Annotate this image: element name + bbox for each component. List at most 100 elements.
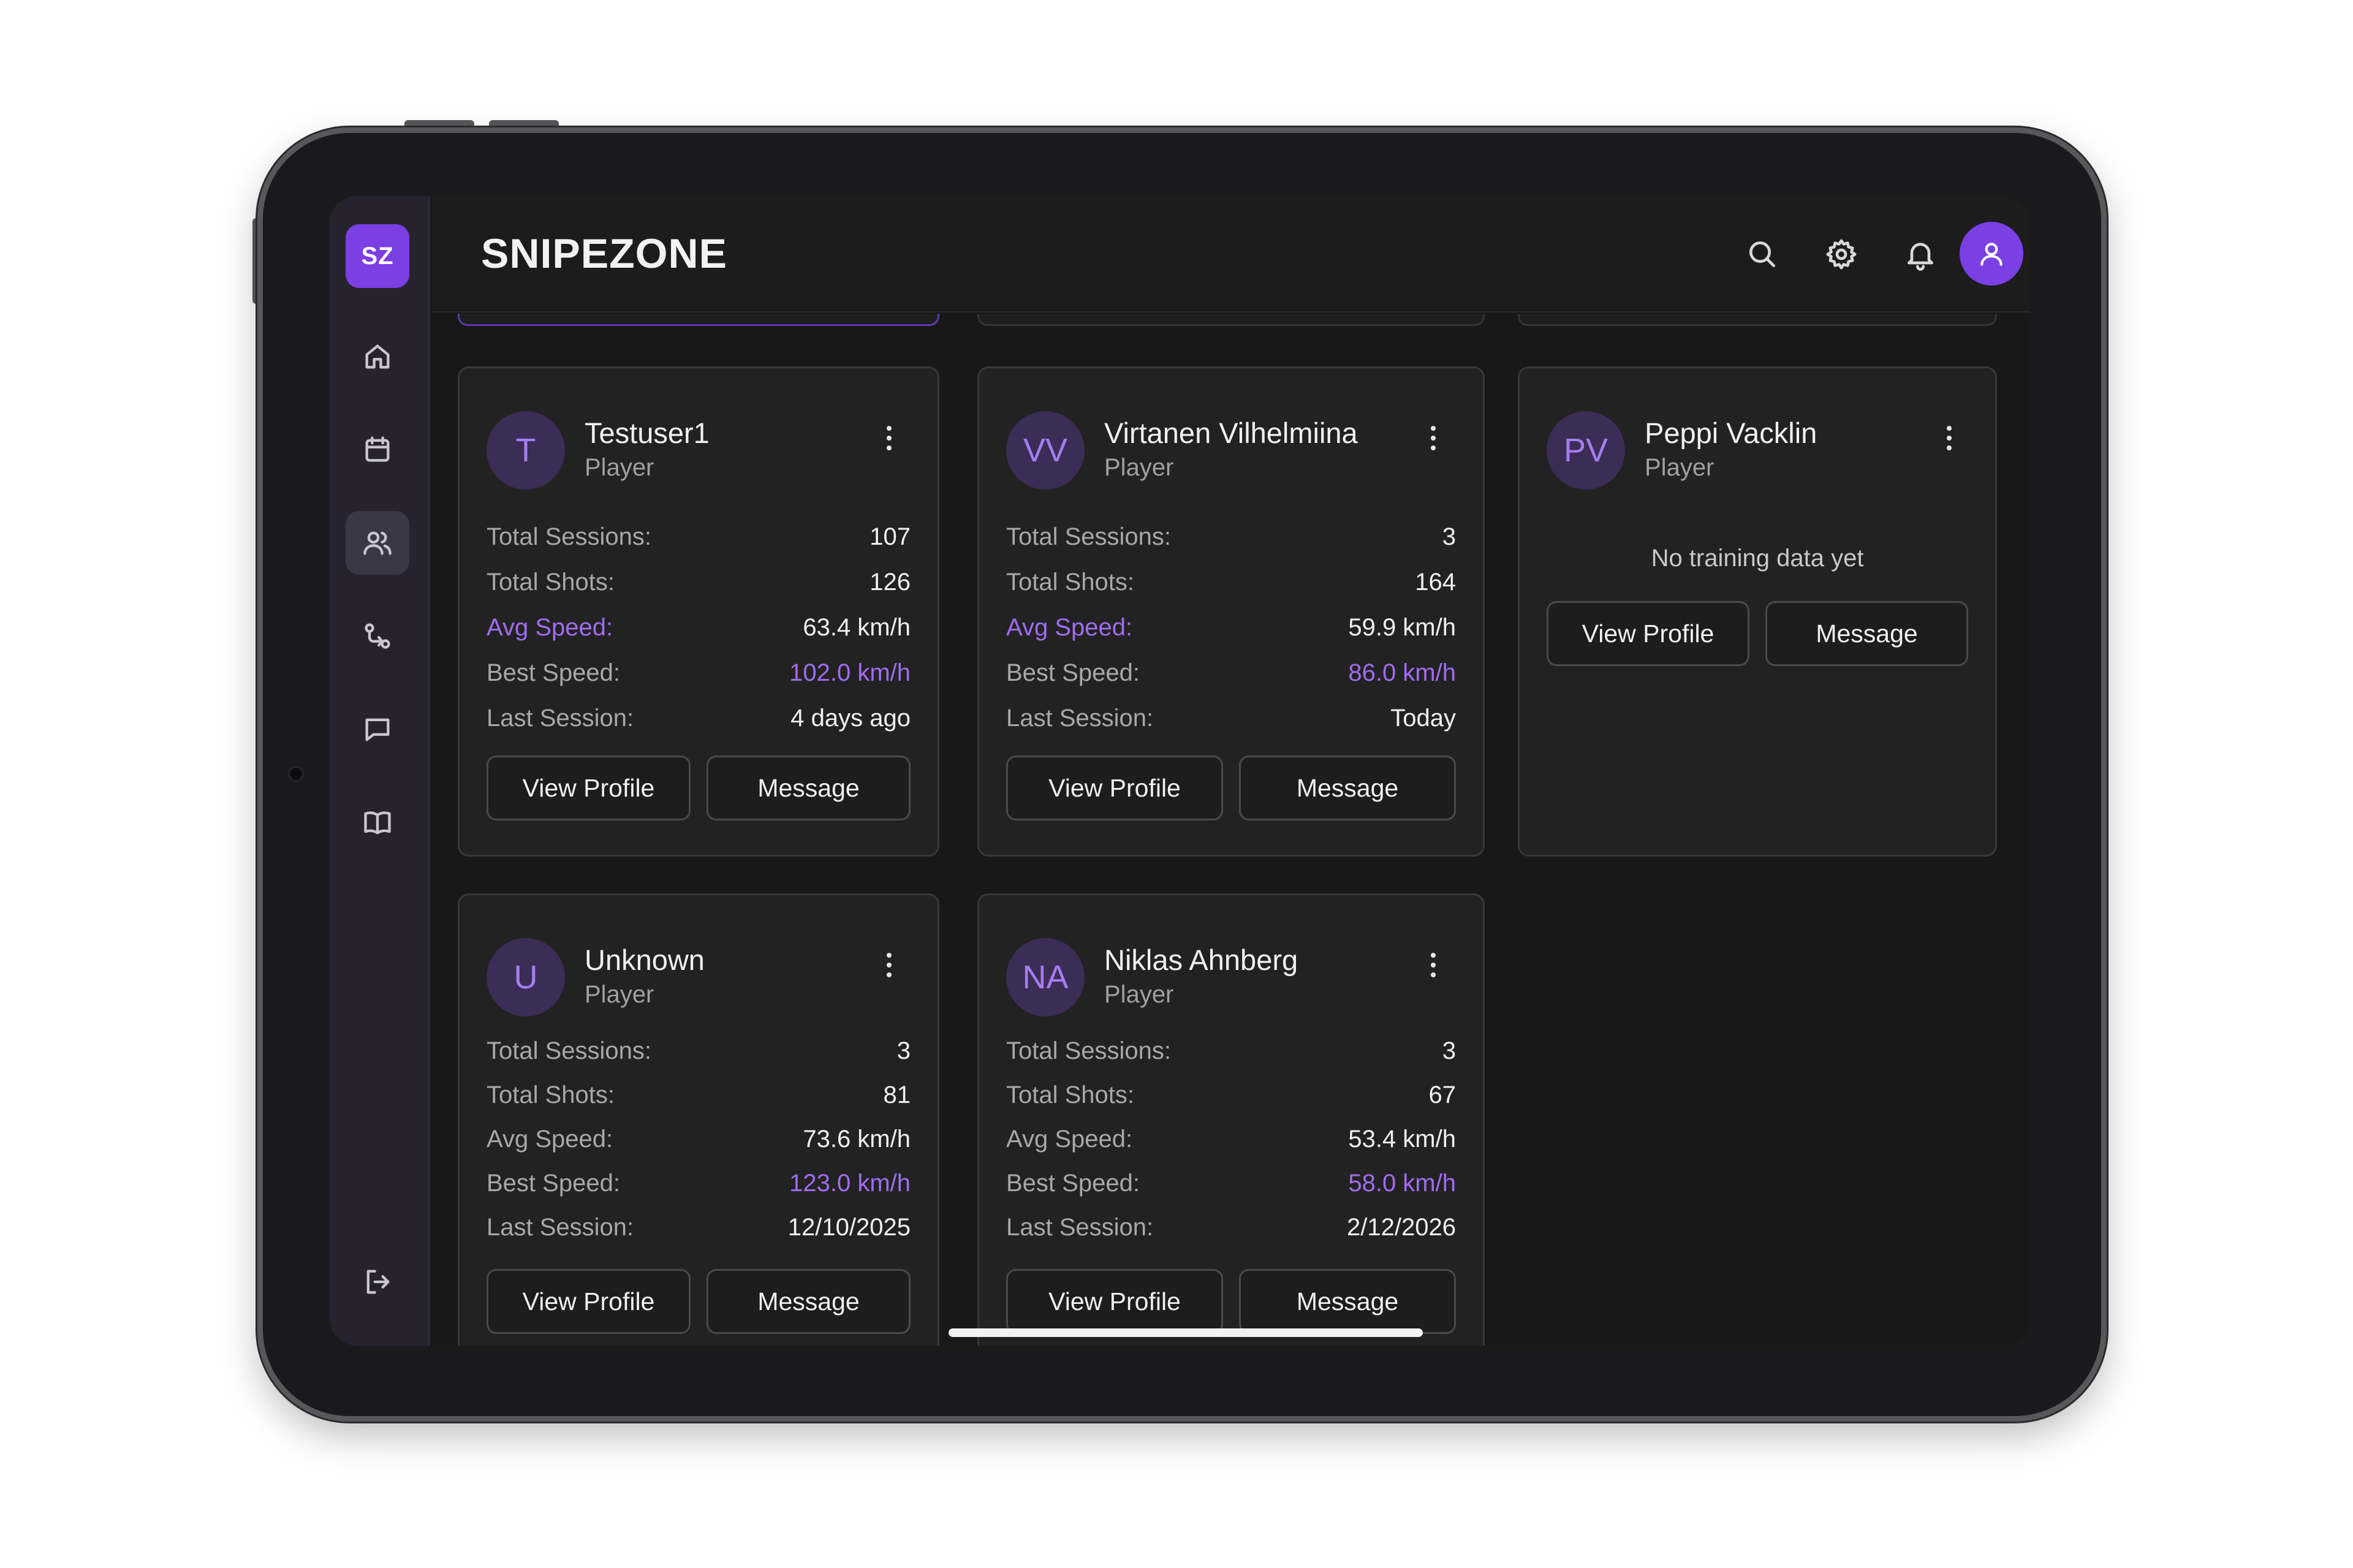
calendar-icon — [365, 436, 390, 462]
view-profile-button[interactable]: View Profile — [1006, 1269, 1223, 1334]
stat-value: 3 — [896, 1037, 911, 1064]
stat-value: 123.0 km/h — [789, 1169, 911, 1197]
app-logo[interactable]: SZ — [346, 224, 409, 288]
stat-value: 63.4 km/h — [803, 613, 911, 641]
card-fragment — [458, 314, 939, 326]
stat-row: Best Speed: 86.0 km/h — [1006, 650, 1456, 695]
message-button[interactable]: Message — [1239, 1269, 1456, 1334]
player-grid: T Testuser1 Player Total Sessions: 107 To… — [432, 314, 2029, 1346]
player-role: Player — [1645, 454, 1715, 481]
stat-value: 164 — [1415, 568, 1456, 596]
stat-label: Last Session: — [487, 1213, 634, 1241]
player-role: Player — [1104, 981, 1174, 1008]
message-button[interactable]: Message — [707, 756, 911, 820]
home-icon — [365, 344, 390, 369]
page-title: SNIPEZONE — [481, 230, 727, 277]
more-options-button[interactable] — [1940, 420, 1958, 456]
stat-row: Total Sessions: 3 — [1006, 514, 1456, 559]
player-name: Unknown — [585, 944, 705, 976]
view-profile-button[interactable]: View Profile — [1547, 601, 1749, 666]
stat-label: Total Sessions: — [1006, 523, 1172, 550]
stat-value: 2/12/2026 — [1347, 1213, 1456, 1241]
message-button[interactable]: Message — [1239, 756, 1456, 820]
stat-value: Today — [1390, 704, 1456, 732]
view-profile-button[interactable]: View Profile — [1006, 756, 1223, 820]
player-avatar: VV — [1006, 411, 1085, 490]
camera-dot — [288, 766, 304, 782]
message-button[interactable]: Message — [707, 1269, 911, 1334]
stat-value: 73.6 km/h — [803, 1125, 911, 1153]
sidebar-item-home[interactable] — [346, 325, 409, 388]
stat-label: Total Shots: — [487, 1081, 615, 1108]
message-button[interactable]: Message — [1765, 601, 1968, 666]
player-name: Testuser1 — [585, 417, 710, 449]
stat-label: Best Speed: — [1006, 1169, 1140, 1197]
stat-row: Last Session: 12/10/2025 — [487, 1205, 911, 1249]
stat-label: Best Speed: — [487, 1169, 620, 1197]
stat-label: Last Session: — [1006, 704, 1154, 732]
book-icon — [364, 811, 391, 835]
app-screen: SZ SNIPEZONE T Testuser1 Player Total Se… — [330, 196, 2029, 1346]
stat-row: Last Session: 2/12/2026 — [1006, 1205, 1456, 1249]
player-card: U Unknown Player Total Sessions: 3 Total … — [458, 893, 939, 1346]
sidebar-item-players[interactable] — [346, 511, 409, 575]
settings-button[interactable] — [1820, 233, 1863, 276]
stat-value: 3 — [1442, 1037, 1456, 1064]
stat-value: 53.4 km/h — [1348, 1125, 1456, 1153]
sidebar-item-library[interactable] — [346, 790, 409, 854]
stat-row: Avg Speed: 73.6 km/h — [487, 1117, 911, 1161]
search-icon — [1749, 241, 1775, 267]
player-stats: Total Sessions: 3 Total Shots: 81 Avg Spee… — [487, 1029, 911, 1249]
stat-label: Best Speed: — [1006, 659, 1140, 686]
stat-row: Avg Speed: 53.4 km/h — [1006, 1117, 1456, 1161]
stat-value: 67 — [1428, 1081, 1457, 1108]
stat-label: Last Session: — [1006, 1213, 1154, 1241]
stat-row: Total Shots: 126 — [487, 559, 911, 605]
view-profile-button[interactable]: View Profile — [487, 756, 691, 820]
stat-row: Best Speed: 58.0 km/h — [1006, 1161, 1456, 1205]
stat-row: Total Shots: 67 — [1006, 1073, 1456, 1117]
player-avatar: U — [487, 938, 565, 1017]
more-options-button[interactable] — [880, 947, 898, 983]
sidebar-item-calendar[interactable] — [346, 418, 409, 482]
stat-label: Avg Speed: — [1006, 613, 1133, 641]
player-role: Player — [1104, 454, 1174, 481]
bell-icon — [1908, 243, 1933, 271]
stat-label: Total Shots: — [1006, 568, 1135, 596]
stat-row: Total Sessions: 3 — [1006, 1029, 1456, 1073]
sidebar-item-logout[interactable] — [346, 1250, 409, 1314]
stat-row: Last Session: 4 days ago — [487, 695, 911, 741]
player-name: Niklas Ahnberg — [1104, 944, 1298, 976]
sidebar-item-drills[interactable] — [346, 604, 409, 668]
search-button[interactable] — [1741, 233, 1784, 276]
message-icon — [365, 718, 390, 741]
sidebar-item-messages[interactable] — [346, 697, 409, 761]
stat-value: 59.9 km/h — [1348, 613, 1456, 641]
stat-value: 86.0 km/h — [1348, 659, 1456, 686]
player-card: NA Niklas Ahnberg Player Total Sessions:… — [977, 893, 1485, 1346]
view-profile-button[interactable]: View Profile — [487, 1269, 691, 1334]
stat-label: Total Sessions: — [487, 1037, 652, 1064]
more-options-button[interactable] — [1424, 420, 1442, 456]
stat-label: Total Sessions: — [487, 523, 652, 550]
logout-icon — [366, 1270, 390, 1294]
users-icon — [363, 531, 392, 555]
more-options-button[interactable] — [1424, 947, 1442, 983]
notifications-button[interactable] — [1899, 233, 1942, 276]
player-card: PV Peppi Vacklin Player No training data… — [1518, 366, 1997, 857]
player-role: Player — [585, 981, 654, 1008]
player-role: Player — [585, 454, 654, 481]
home-indicator[interactable] — [949, 1328, 1423, 1337]
stat-value: 12/10/2025 — [787, 1213, 911, 1241]
stat-value: 102.0 km/h — [789, 659, 911, 686]
route-icon — [365, 623, 390, 649]
player-stats: Total Sessions: 107 Total Shots: 126 Avg S… — [487, 514, 911, 741]
stat-label: Avg Speed: — [487, 1125, 613, 1153]
stat-row: Last Session: Today — [1006, 695, 1456, 741]
user-avatar-button[interactable] — [1960, 222, 2023, 286]
player-stats: Total Sessions: 3 Total Shots: 164 Avg Spe… — [1006, 514, 1456, 741]
player-name: Virtanen Vilhelmiina — [1104, 417, 1358, 449]
more-options-button[interactable] — [880, 420, 898, 456]
player-name: Peppi Vacklin — [1645, 417, 1817, 449]
stat-label: Best Speed: — [487, 659, 620, 686]
